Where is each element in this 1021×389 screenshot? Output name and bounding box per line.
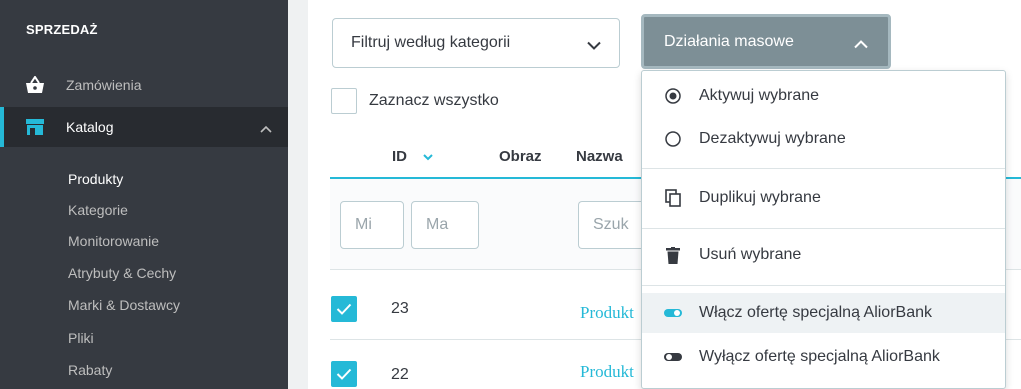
select-all-label: Zaznacz wszystko [369, 92, 499, 109]
menu-divider [642, 168, 1005, 169]
sidebar-item-label: Zamówienia [66, 77, 142, 93]
sidebar-subitem-monitoring[interactable]: Monitorowanie [68, 233, 159, 249]
radio-unchecked-icon [664, 130, 682, 148]
select-all-checkbox[interactable] [331, 88, 357, 114]
row-id: 23 [391, 300, 409, 317]
sidebar-subitem-categories[interactable]: Kategorie [68, 202, 128, 218]
sidebar-subitem-files[interactable]: Pliki [68, 330, 94, 346]
filter-button-label: Filtruj według kategorii [351, 34, 511, 51]
menu-item-label: Aktywuj wybrane [699, 87, 820, 104]
menu-item-activate[interactable]: Aktywuj wybrane [642, 76, 1005, 116]
menu-item-label: Wyłącz ofertę specjalną AliorBank [699, 348, 940, 365]
column-header-id[interactable]: ID [392, 148, 407, 165]
sidebar-item-label: Katalog [66, 119, 114, 135]
menu-item-delete[interactable]: Usuń wybrane [642, 235, 1005, 275]
toggle-on-icon [664, 304, 682, 322]
store-icon [25, 118, 45, 136]
row-product-name-link[interactable]: Produkt [580, 303, 634, 323]
chevron-down-icon [587, 37, 601, 55]
column-header-name[interactable]: Nazwa [576, 148, 623, 165]
bulk-actions-button[interactable]: Działania masowe [641, 14, 891, 69]
row-product-name-link[interactable]: Produkt [580, 362, 634, 382]
sidebar-subitem-attributes[interactable]: Atrybuty & Cechy [68, 265, 176, 281]
row-checkbox[interactable] [331, 361, 357, 387]
sidebar-item-catalog[interactable]: Katalog [0, 107, 288, 147]
menu-divider [642, 285, 1005, 286]
menu-item-duplicate[interactable]: Duplikuj wybrane [642, 178, 1005, 218]
menu-item-label: Dezaktywuj wybrane [699, 130, 846, 147]
checkbox-checked[interactable] [331, 361, 357, 387]
bulk-button-label: Działania masowe [664, 32, 794, 50]
select-all[interactable]: Zaznacz wszystko [331, 88, 499, 114]
copy-icon [664, 189, 682, 207]
sidebar-subitem-products[interactable]: Produkty [68, 171, 123, 187]
menu-item-deactivate[interactable]: Dezaktywuj wybrane [642, 119, 1005, 159]
column-header-image: Obraz [499, 148, 542, 165]
trash-icon [664, 246, 682, 264]
chevron-up-icon [854, 36, 868, 54]
menu-item-label: Duplikuj wybrane [699, 189, 821, 206]
chevron-up-icon [260, 120, 272, 136]
menu-item-label: Włącz ofertę specjalną AliorBank [699, 304, 932, 321]
bulk-actions-menu: Aktywuj wybrane Dezaktywuj wybrane Dupli… [641, 70, 1006, 389]
menu-divider [642, 228, 1005, 229]
id-min-input[interactable]: Mi [340, 201, 404, 249]
radio-checked-icon [664, 87, 682, 105]
sidebar-subitem-brands[interactable]: Marki & Dostawcy [68, 297, 180, 313]
sidebar-section-title: SPRZEDAŻ [26, 22, 98, 37]
toggle-off-icon [664, 348, 682, 366]
checkbox-checked[interactable] [331, 296, 357, 322]
shopping-basket-icon [25, 76, 45, 94]
filter-by-category-button[interactable]: Filtruj według kategorii [332, 18, 620, 68]
sidebar: SPRZEDAŻ Zamówienia Katalog Produkty Kat… [0, 0, 288, 389]
row-checkbox[interactable] [331, 296, 357, 322]
sidebar-gutter [288, 0, 308, 389]
checkmark-icon [336, 368, 352, 380]
menu-item-disable-aliorbank-offer[interactable]: Wyłącz ofertę specjalną AliorBank [642, 337, 1005, 377]
sort-descending-icon[interactable] [423, 148, 433, 166]
sidebar-subitem-discounts[interactable]: Rabaty [68, 362, 112, 378]
menu-item-enable-aliorbank-offer[interactable]: Włącz ofertę specjalną AliorBank [642, 293, 1005, 333]
checkmark-icon [336, 303, 352, 315]
sidebar-item-orders[interactable]: Zamówienia [0, 67, 288, 103]
menu-item-label: Usuń wybrane [699, 246, 802, 263]
row-id: 22 [391, 366, 409, 383]
id-max-input[interactable]: Ma [411, 201, 479, 249]
